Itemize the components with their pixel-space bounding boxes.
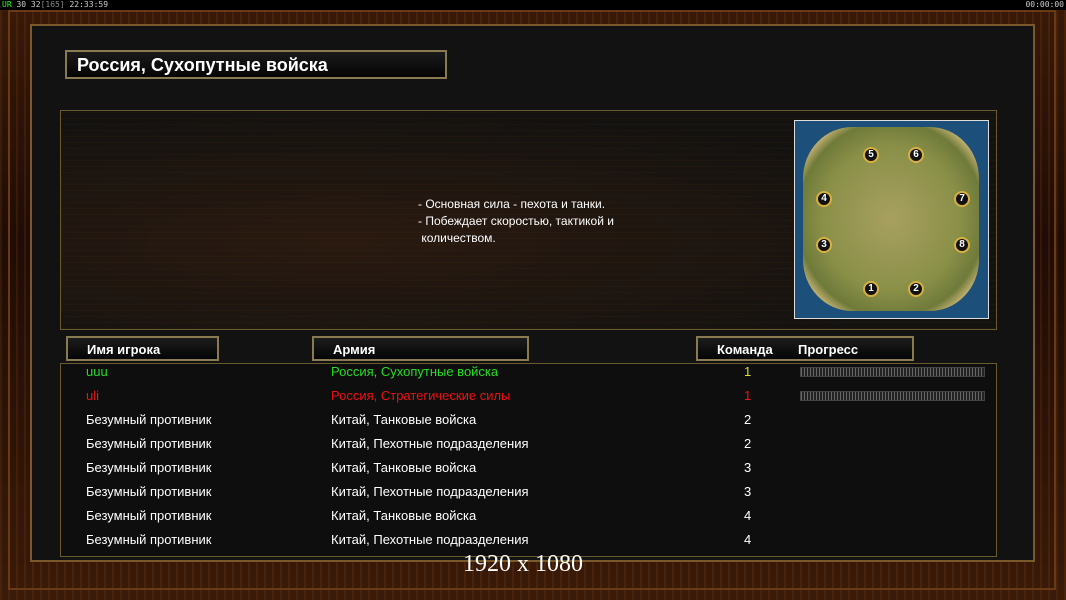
player-army[interactable]: Китай, Пехотные подразделения — [331, 436, 529, 451]
player-team[interactable]: 1 — [744, 364, 751, 379]
minimap-slot-6[interactable]: 6 — [908, 147, 924, 163]
minimap-slot-3[interactable]: 3 — [816, 237, 832, 253]
faction-title: Россия, Сухопутные войска — [77, 55, 328, 75]
minimap[interactable]: 1 2 3 4 5 6 7 8 — [794, 120, 989, 319]
player-army[interactable]: Китай, Танковые войска — [331, 412, 476, 427]
player-army[interactable]: Китай, Пехотные подразделения — [331, 532, 529, 547]
player-row[interactable]: Безумный противник Китай, Пехотные подраз… — [0, 433, 1066, 457]
player-row[interactable]: Безумный противник Китай, Пехотные подраз… — [0, 529, 1066, 553]
column-header-player-name-label: Имя игрока — [87, 342, 161, 357]
column-header-team-label: Команда — [717, 342, 773, 357]
minimap-slot-8[interactable]: 8 — [954, 237, 970, 253]
column-header-team-progress[interactable]: Команда Прогресс — [696, 336, 914, 361]
player-team[interactable]: 2 — [744, 412, 751, 427]
player-army[interactable]: Россия, Сухопутные войска — [331, 364, 498, 379]
player-name: Безумный противник — [86, 508, 212, 523]
player-name: Безумный противник — [86, 460, 212, 475]
player-army[interactable]: Россия, Стратегические силы — [331, 388, 510, 403]
status-dim: [165] — [40, 0, 65, 9]
player-name: uli — [86, 388, 100, 403]
status-left: UR 30 32[165] 22:33:59 — [2, 0, 108, 10]
player-progress-bar — [800, 391, 985, 401]
faction-description: - Основная сила - пехота и танки. - Побе… — [418, 197, 614, 245]
minimap-slot-4[interactable]: 4 — [816, 191, 832, 207]
player-name: Безумный противник — [86, 436, 212, 451]
player-row[interactable]: uli Россия, Стратегические силы 1 — [0, 385, 1066, 409]
minimap-slot-5[interactable]: 5 — [863, 147, 879, 163]
status-timer: 00:00:00 — [1025, 0, 1064, 9]
column-header-progress-label: Прогресс — [798, 342, 859, 357]
column-header-army[interactable]: Армия — [312, 336, 529, 361]
minimap-slot-1[interactable]: 1 — [863, 281, 879, 297]
status-bar: UR 30 32[165] 22:33:59 00:00:00 — [0, 0, 1066, 10]
player-row[interactable]: Безумный противник Китай, Танковые войска… — [0, 457, 1066, 481]
minimap-slot-7[interactable]: 7 — [954, 191, 970, 207]
player-row[interactable]: Безумный противник Китай, Пехотные подраз… — [0, 481, 1066, 505]
player-name: Безумный противник — [86, 412, 212, 427]
player-army[interactable]: Китай, Танковые войска — [331, 460, 476, 475]
player-row[interactable]: Безумный противник Китай, Танковые войска… — [0, 505, 1066, 529]
player-row[interactable]: uuu Россия, Сухопутные войска 1 — [0, 361, 1066, 385]
player-team[interactable]: 4 — [744, 508, 751, 523]
player-team[interactable]: 2 — [744, 436, 751, 451]
player-row[interactable]: Безумный противник Китай, Танковые войска… — [0, 409, 1066, 433]
player-army[interactable]: Китай, Танковые войска — [331, 508, 476, 523]
minimap-slot-2[interactable]: 2 — [908, 281, 924, 297]
player-progress-bar — [800, 367, 985, 377]
column-header-army-label: Армия — [333, 342, 376, 357]
status-clock: 22:33:59 — [69, 0, 109, 9]
player-team[interactable]: 4 — [744, 532, 751, 547]
player-team[interactable]: 3 — [744, 460, 751, 475]
player-team[interactable]: 3 — [744, 484, 751, 499]
player-name: Безумный противник — [86, 532, 212, 547]
player-name: uuu — [86, 364, 108, 379]
minimap-island — [803, 127, 979, 311]
resolution-label: 1920 x 1080 — [463, 551, 583, 577]
player-name: Безумный противник — [86, 484, 212, 499]
status-nums: 30 32 — [16, 0, 41, 9]
status-label: UR — [2, 0, 12, 9]
faction-title-box: Россия, Сухопутные войска — [65, 50, 447, 79]
player-army[interactable]: Китай, Пехотные подразделения — [331, 484, 529, 499]
player-team[interactable]: 1 — [744, 388, 751, 403]
column-header-player-name[interactable]: Имя игрока — [66, 336, 219, 361]
